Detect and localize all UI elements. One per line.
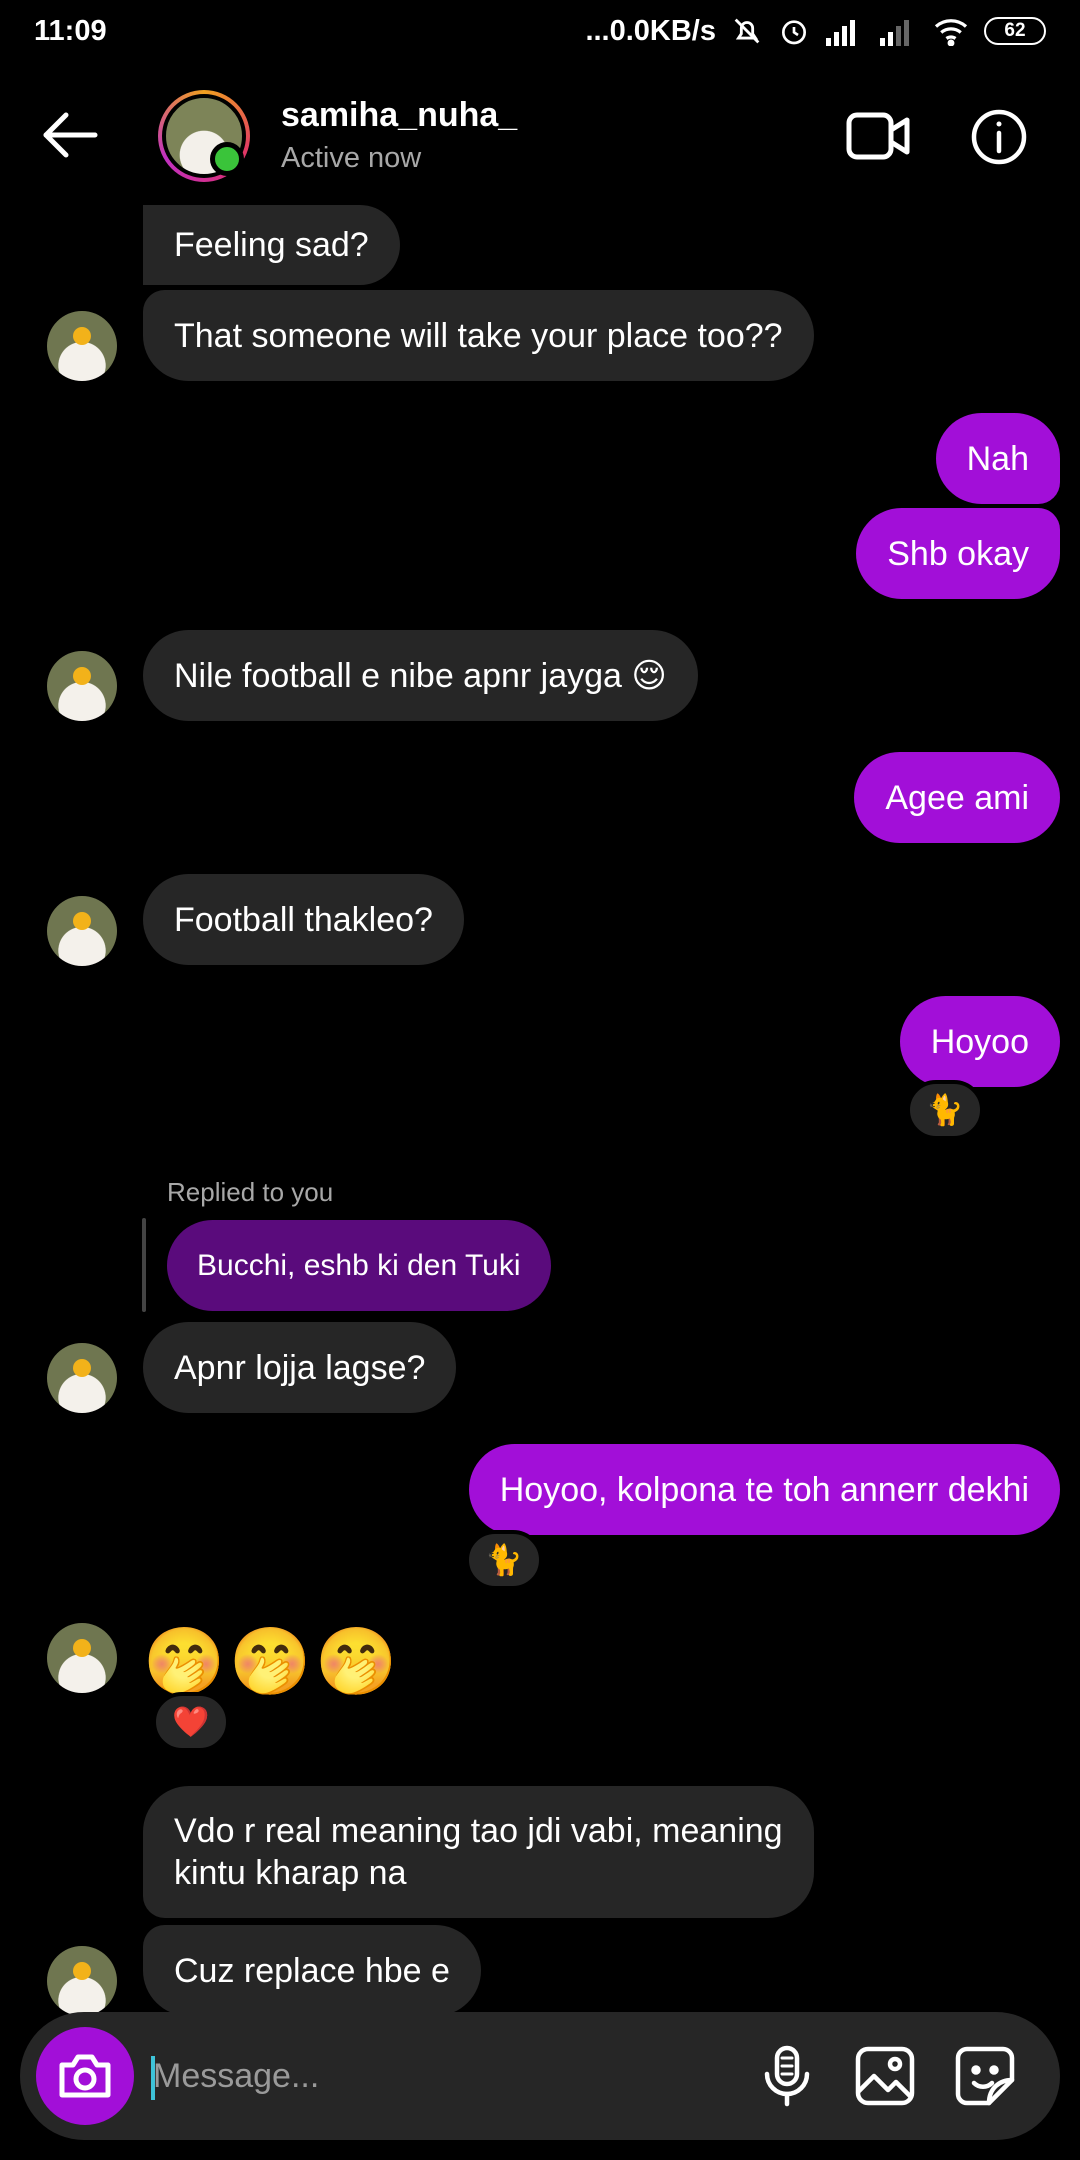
video-call-button[interactable]: [846, 110, 910, 162]
sender-avatar[interactable]: [47, 896, 117, 966]
message-incoming[interactable]: Feeling sad?: [143, 205, 400, 285]
message-incoming[interactable]: Apnr lojja lagse?: [143, 1322, 457, 1413]
mute-icon: [730, 14, 764, 48]
sender-avatar[interactable]: [47, 651, 117, 721]
message-incoming[interactable]: Vdo r real meaning tao jdi vabi, meaning…: [143, 1786, 814, 1918]
back-arrow-icon: [43, 112, 98, 158]
sticker-button[interactable]: [953, 2044, 1017, 2108]
message-outgoing[interactable]: Hoyoo: [899, 996, 1060, 1087]
message-outgoing[interactable]: Shb okay: [856, 508, 1060, 599]
sender-avatar[interactable]: [47, 1946, 117, 2016]
wifi-icon: [932, 16, 970, 46]
camera-button[interactable]: [36, 2027, 134, 2125]
status-bar: 11:09 ...0.0KB/s 62: [0, 0, 1080, 62]
sender-avatar[interactable]: [47, 1343, 117, 1413]
signal-icon-1: [824, 16, 864, 46]
alarm-icon: [778, 15, 810, 47]
sticker-icon: [955, 2046, 1015, 2106]
gallery-button[interactable]: [853, 2044, 917, 2108]
message-outgoing[interactable]: Nah: [935, 413, 1060, 504]
network-speed: ...0.0KB/s: [585, 14, 716, 47]
message-input[interactable]: [153, 2044, 733, 2108]
sender-avatar[interactable]: [47, 311, 117, 381]
back-button[interactable]: [40, 110, 100, 160]
message-incoming[interactable]: Football thakleo?: [143, 874, 464, 965]
message-incoming[interactable]: That someone will take your place too??: [143, 290, 814, 381]
battery-indicator: 62: [984, 17, 1046, 45]
reply-divider: [142, 1218, 146, 1312]
microphone-icon: [764, 2045, 810, 2107]
online-indicator: [210, 142, 244, 176]
video-call-icon: [846, 112, 910, 160]
message-incoming[interactable]: Nile football e nibe apnr jayga 😌: [143, 630, 698, 721]
status-time: 11:09: [34, 14, 107, 47]
sender-avatar[interactable]: [47, 1623, 117, 1693]
chat-header: samiha_nuha_ Active now: [0, 62, 1080, 212]
active-status: Active now: [281, 142, 422, 174]
message-reaction[interactable]: 🐈: [906, 1080, 984, 1140]
message-composer: [20, 2012, 1060, 2140]
info-button[interactable]: [970, 108, 1028, 166]
gallery-icon: [855, 2046, 915, 2106]
chat-username[interactable]: samiha_nuha_: [281, 96, 517, 135]
voice-message-button[interactable]: [755, 2044, 819, 2108]
message-outgoing[interactable]: Agee ami: [854, 752, 1060, 843]
camera-icon: [59, 2054, 111, 2098]
message-incoming[interactable]: Cuz replace hbe e: [143, 1925, 481, 2016]
reply-label: Replied to you: [167, 1177, 334, 1207]
status-icons: ...0.0KB/s 62: [585, 14, 1046, 48]
message-outgoing[interactable]: Hoyoo, kolpona te toh annerr dekhi: [468, 1444, 1060, 1535]
emoji-message[interactable]: 🤭🤭🤭: [143, 1623, 402, 1701]
message-reaction[interactable]: ❤️: [152, 1692, 230, 1752]
message-reaction[interactable]: 🐈: [465, 1530, 543, 1590]
message-line: Vdo r real meaning tao jdi vabi, meaning: [174, 1812, 783, 1850]
replied-message[interactable]: Bucchi, eshb ki den Tuki: [167, 1220, 551, 1311]
signal-icon-2: [878, 16, 918, 46]
message-line: kintu kharap na: [174, 1854, 407, 1892]
info-icon: [971, 109, 1027, 165]
